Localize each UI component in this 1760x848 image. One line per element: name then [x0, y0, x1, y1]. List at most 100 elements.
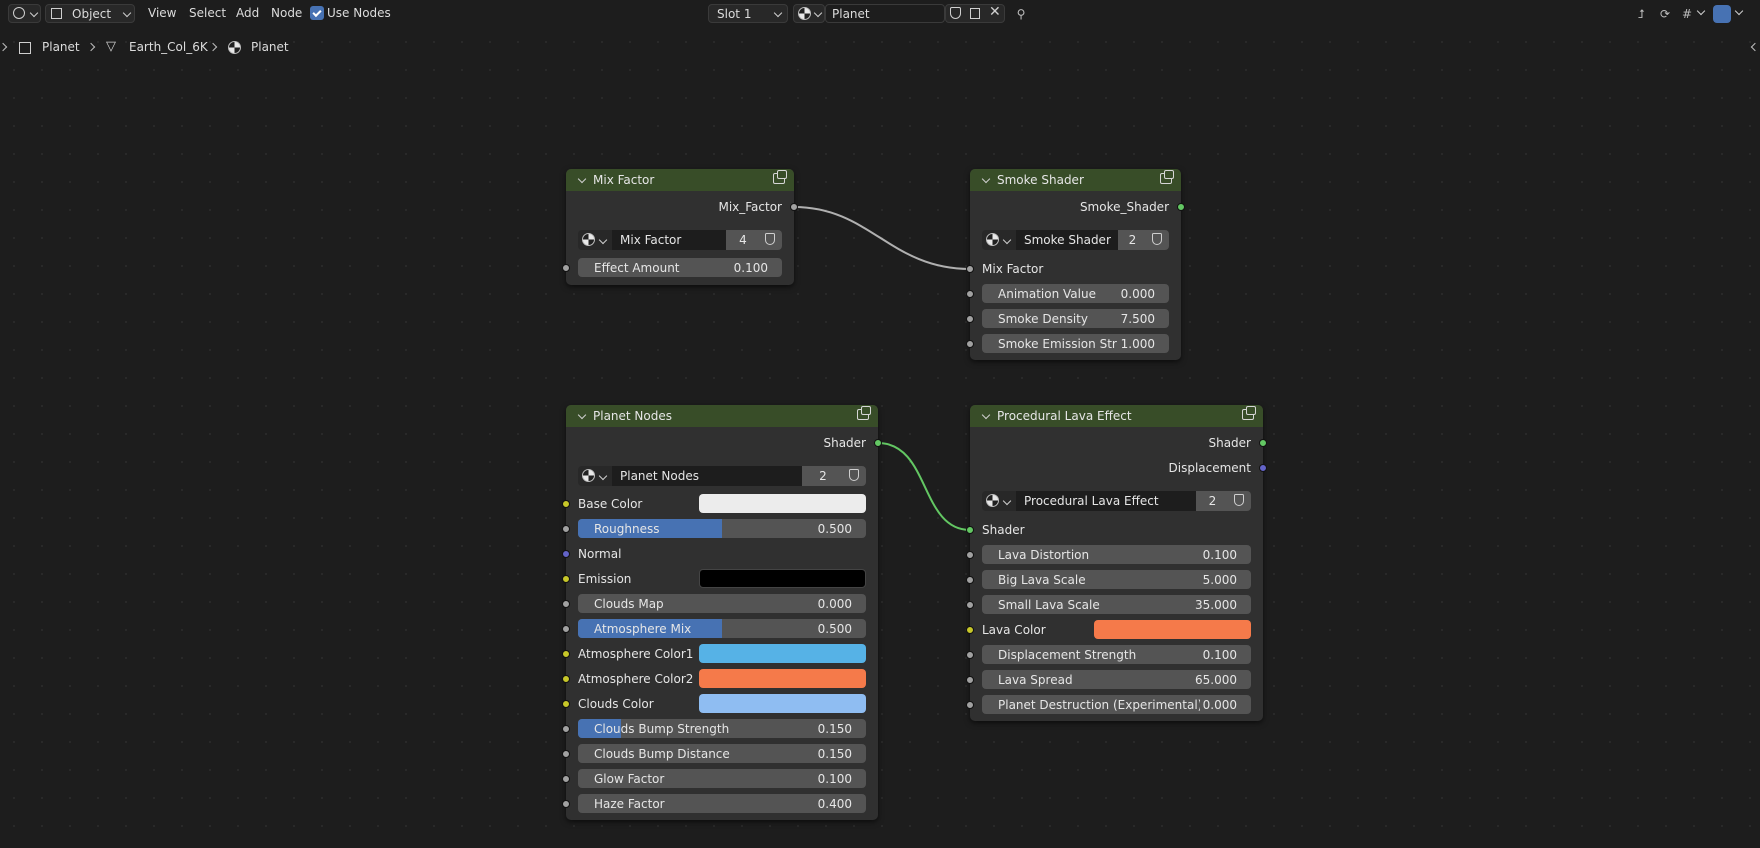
group-user-count[interactable]: 2 [1118, 230, 1147, 250]
atmosphere-color2-swatch[interactable] [699, 669, 866, 688]
lava-spread-field[interactable]: Lava Spread 65.000 [982, 670, 1251, 689]
glow-factor-field[interactable]: Glow Factor 0.100 [578, 769, 866, 788]
emission-color-swatch[interactable] [699, 569, 866, 588]
node-planet-nodes[interactable]: Planet Nodes Shader Planet Nodes 2 Base … [562, 405, 882, 820]
roughness-slider[interactable]: Roughness 0.500 [578, 519, 866, 538]
smoke-density-field[interactable]: Smoke Density 7.500 [982, 309, 1169, 328]
animation-value-field[interactable]: Animation Value 0.000 [982, 284, 1169, 303]
input-socket[interactable] [562, 650, 570, 658]
planet-destruction-field[interactable]: Planet Destruction (Experimental) 0.000 [982, 695, 1251, 714]
input-socket[interactable] [562, 575, 570, 583]
effect-amount-field[interactable]: Effect Amount 0.100 [578, 258, 782, 277]
output-socket[interactable] [1177, 203, 1185, 211]
node-group-icon[interactable] [1242, 406, 1256, 420]
input-socket[interactable] [966, 676, 974, 684]
clouds-color-swatch[interactable] [699, 694, 866, 713]
collapse-chevron-icon[interactable] [577, 410, 587, 419]
group-browse-button[interactable] [578, 466, 612, 486]
input-socket[interactable] [966, 315, 974, 323]
input-socket[interactable] [562, 500, 570, 508]
collapse-chevron-icon[interactable] [981, 174, 991, 183]
lava-distortion-field[interactable]: Lava Distortion 0.100 [982, 545, 1251, 564]
input-socket[interactable] [562, 775, 570, 783]
input-socket[interactable] [562, 750, 570, 758]
input-socket[interactable] [562, 264, 570, 272]
collapse-chevron-icon[interactable] [577, 174, 587, 183]
haze-factor-field[interactable]: Haze Factor 0.400 [578, 794, 866, 813]
node-group-selector[interactable]: Planet Nodes 2 [578, 466, 866, 486]
input-socket[interactable] [562, 625, 570, 633]
node-mix-factor[interactable]: Mix Factor Mix_Factor Mix Factor 4 Effec… [562, 169, 798, 285]
displacement-strength-field[interactable]: Displacement Strength 0.100 [982, 645, 1251, 664]
emission-row: Emission [562, 569, 878, 589]
node-smoke-shader[interactable]: Smoke Shader Smoke_Shader Smoke Shader 2… [966, 169, 1185, 360]
input-label: Atmosphere Color1 [578, 647, 694, 661]
input-socket[interactable] [966, 576, 974, 584]
lava-spread-row: Lava Spread 65.000 [966, 670, 1263, 690]
atmosphere-color1-swatch[interactable] [699, 644, 866, 663]
node-header[interactable]: Planet Nodes [566, 405, 878, 427]
node-tree-icon [986, 494, 999, 507]
clouds-map-field[interactable]: Clouds Map 0.000 [578, 594, 866, 613]
fake-user-button[interactable] [1147, 230, 1169, 250]
input-socket[interactable] [966, 651, 974, 659]
node-group-selector[interactable]: Smoke Shader 2 [982, 230, 1169, 250]
input-socket[interactable] [966, 265, 974, 273]
input-socket[interactable] [966, 551, 974, 559]
group-user-count[interactable]: 2 [1196, 491, 1229, 511]
input-socket[interactable] [966, 601, 974, 609]
clouds-bump-strength-slider[interactable]: Clouds Bump Strength 0.150 [578, 719, 866, 738]
input-socket[interactable] [966, 626, 974, 634]
fake-user-button[interactable] [760, 230, 782, 250]
input-socket[interactable] [562, 700, 570, 708]
field-label: Lava Spread [998, 673, 1073, 687]
fake-user-button[interactable] [1229, 491, 1251, 511]
output-socket[interactable] [1259, 439, 1267, 447]
node-procedural-lava-effect[interactable]: Procedural Lava Effect Shader Displaceme… [966, 405, 1267, 721]
haze-factor-row: Haze Factor 0.400 [562, 794, 878, 814]
collapse-chevron-icon[interactable] [981, 410, 991, 419]
field-label: Roughness [594, 522, 660, 536]
input-socket[interactable] [562, 725, 570, 733]
group-browse-button[interactable] [982, 491, 1016, 511]
atmosphere-mix-slider[interactable]: Atmosphere Mix 0.500 [578, 619, 866, 638]
input-socket[interactable] [966, 701, 974, 709]
fake-user-button[interactable] [844, 466, 866, 486]
input-socket[interactable] [966, 340, 974, 348]
input-socket[interactable] [562, 675, 570, 683]
node-header[interactable]: Procedural Lava Effect [970, 405, 1263, 427]
small-lava-scale-field[interactable]: Small Lava Scale 35.000 [982, 595, 1251, 614]
node-group-selector[interactable]: Mix Factor 4 [578, 230, 782, 250]
input-socket[interactable] [562, 800, 570, 808]
group-name-field[interactable]: Mix Factor [612, 230, 726, 250]
group-name-field[interactable]: Smoke Shader [1016, 230, 1118, 250]
output-socket[interactable] [790, 203, 798, 211]
input-socket[interactable] [562, 525, 570, 533]
input-socket[interactable] [966, 290, 974, 298]
group-name-field[interactable]: Planet Nodes [612, 466, 802, 486]
group-user-count[interactable]: 4 [726, 230, 760, 250]
group-user-count[interactable]: 2 [802, 466, 844, 486]
input-socket[interactable] [562, 550, 570, 558]
node-group-selector[interactable]: Procedural Lava Effect 2 [982, 491, 1251, 511]
field-label: Clouds Bump Distance [594, 747, 730, 761]
lava-color-swatch[interactable] [1094, 620, 1251, 639]
node-title: Mix Factor [593, 173, 655, 187]
node-group-icon[interactable] [773, 170, 787, 184]
node-group-icon[interactable] [857, 406, 871, 420]
input-socket[interactable] [966, 526, 974, 534]
node-header[interactable]: Smoke Shader [970, 169, 1181, 191]
base-color-swatch[interactable] [699, 494, 866, 513]
output-socket[interactable] [1259, 464, 1267, 472]
output-socket[interactable] [874, 439, 882, 447]
smoke-emission-field[interactable]: Smoke Emission Str 1.000 [982, 334, 1169, 353]
node-header[interactable]: Mix Factor [566, 169, 794, 191]
clouds-bump-distance-field[interactable]: Clouds Bump Distance 0.150 [578, 744, 866, 763]
group-name-field[interactable]: Procedural Lava Effect [1016, 491, 1196, 511]
group-browse-button[interactable] [982, 230, 1016, 250]
field-label: Effect Amount [594, 261, 680, 275]
big-lava-scale-field[interactable]: Big Lava Scale 5.000 [982, 570, 1251, 589]
input-socket[interactable] [562, 600, 570, 608]
group-browse-button[interactable] [578, 230, 612, 250]
node-group-icon[interactable] [1160, 170, 1174, 184]
